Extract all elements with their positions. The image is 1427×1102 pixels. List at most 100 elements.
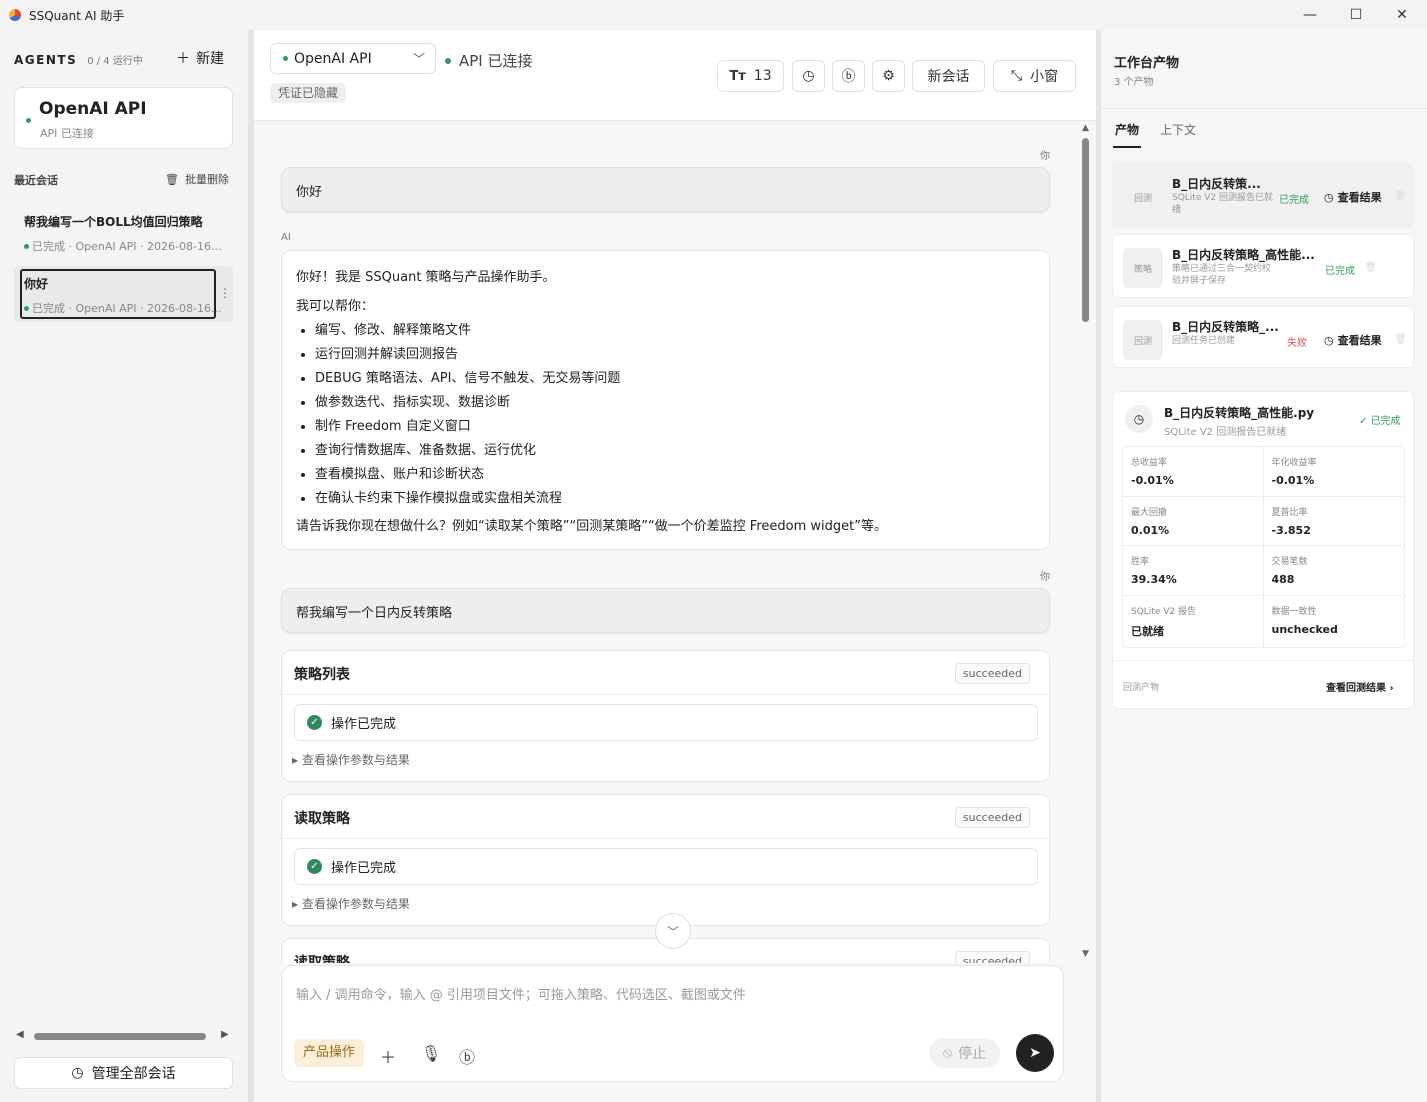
api-status-label: API 已连接	[459, 52, 533, 70]
artifact-name: B_日内反转策略_高性能...	[1172, 248, 1315, 262]
expand-details-label: 查看操作参数与结果	[301, 897, 410, 911]
chevron-down-icon: ﹀	[412, 52, 425, 66]
mini-window-button[interactable]: ⤡ 小窗	[993, 60, 1076, 92]
stop-icon: ⦸	[943, 1045, 953, 1061]
stop-button[interactable]: ⦸ 停止	[929, 1038, 1001, 1068]
brain-icon[interactable]: ⓑ	[459, 1044, 475, 1068]
window-title: SSQuant AI 助手	[29, 8, 125, 23]
list-item: 在确认卡约束下操作模拟盘或实盘相关流程	[315, 487, 1035, 511]
artifact-desc: 策略已通过三合一契约校验并屏子保存	[1172, 264, 1272, 286]
session-item-active[interactable]: 你好 已完成 · OpenAI API · 2026-08-16... ⋮	[14, 266, 233, 322]
font-size-button[interactable]: Tт 13	[717, 60, 784, 92]
artifact-name: B_日内反转策...	[1172, 177, 1261, 191]
horizontal-scrollbar[interactable]: ◀ ▶	[14, 1029, 233, 1043]
expand-details-toggle[interactable]: ▸ 查看操作参数与结果	[292, 895, 410, 912]
tab-context[interactable]: 上下文	[1160, 121, 1196, 138]
divider	[282, 838, 1049, 839]
new-chat-button[interactable]: 新会话	[912, 60, 985, 92]
active-tab-indicator	[1113, 146, 1141, 148]
metric-label: 最大回撤	[1131, 507, 1168, 518]
metrics-grid: 总收益率 -0.01% 年化收益率 -0.01% 最大回撤 0.01% 夏普比率 -3.…	[1122, 446, 1405, 648]
chat-panel: OpenAI API ﹀ API 已连接 凭证已隐藏 Tт 13 ◷ ⓑ ⚙ 新…	[254, 30, 1096, 1102]
model-select[interactable]: OpenAI API ﹀	[270, 43, 436, 74]
vertical-scrollbar[interactable]: ▲ ▼	[1082, 123, 1092, 959]
metric-value: -0.01%	[1131, 474, 1174, 487]
agents-label: AGENTS	[14, 53, 78, 67]
scroll-up-icon[interactable]: ▲	[1082, 123, 1089, 133]
view-backtest-result-link[interactable]: 查看回测结果 ›	[1326, 679, 1394, 694]
divider	[1101, 108, 1427, 109]
tool-name: 策略列表	[294, 667, 350, 683]
trash-icon[interactable]: 🗑	[1394, 334, 1407, 345]
metric-label: 夏普比率	[1271, 507, 1308, 518]
ai-can-help: 我可以帮你：	[296, 299, 375, 314]
scroll-down-icon[interactable]: ▼	[1082, 949, 1089, 959]
microphone-icon[interactable]: 🎙	[421, 1044, 441, 1063]
scrollbar-thumb[interactable]	[1082, 138, 1089, 322]
agents-header: AGENTS 0 / 4 运行中	[14, 52, 143, 67]
minimize-button[interactable]: —	[1287, 0, 1333, 30]
scroll-to-bottom-button[interactable]: ﹀	[655, 913, 691, 949]
history-button[interactable]: ◷	[792, 60, 825, 92]
agent-name: OpenAI API	[39, 99, 147, 119]
scroll-left-icon[interactable]: ◀	[16, 1029, 24, 1040]
view-result-button[interactable]: ◷ 查看结果	[1324, 332, 1382, 348]
running-count: 0 / 4 运行中	[87, 56, 143, 67]
stop-label: 停止	[958, 1046, 987, 1062]
artifact-thumb: 策略	[1123, 248, 1163, 288]
history-icon: ◷	[71, 1065, 84, 1081]
tool-result: ✓ 操作已完成	[294, 848, 1038, 885]
settings-button[interactable]: ⚙	[872, 60, 905, 92]
send-button[interactable]: ➤	[1016, 1034, 1054, 1072]
artifact-item[interactable]: 回测 B_日内反转策... SQLite V2 回测报告已就绪 已完成 ◷ 查看结…	[1112, 163, 1414, 227]
metric-cell: 年化收益率 -0.01%	[1263, 447, 1404, 497]
artifact-status: 已完成	[1279, 195, 1309, 206]
status-dot-icon	[445, 57, 451, 64]
new-agent-button[interactable]: ＋ 新建	[176, 48, 224, 68]
font-size-value: 13	[753, 68, 772, 84]
list-item: DEBUG 策略语法、API、信号不触发、无交易等问题	[315, 367, 1035, 391]
metric-cell: 夏普比率 -3.852	[1263, 497, 1404, 547]
mini-window-label: 小窗	[1030, 69, 1059, 85]
artifacts-count: 3 个产物	[1114, 77, 1154, 88]
artifact-item[interactable]: 回测 B_日内反转策略_... 回测任务已创建 失败 ◷ 查看结果 🗑	[1112, 306, 1414, 368]
mode-chip[interactable]: 产品操作	[294, 1039, 365, 1067]
view-result-label: 查看结果	[1337, 334, 1382, 347]
tab-artifacts[interactable]: 产物	[1115, 121, 1139, 138]
bulk-delete-button[interactable]: 🗑 批量删除	[165, 171, 229, 187]
message-input[interactable]: 输入 / 调用命令，输入 @ 引用项目文件；可拖入策略、代码选区、截图或文件	[296, 984, 746, 1003]
metric-cell: 胜率 39.34%	[1123, 546, 1264, 596]
view-result-label: 查看结果	[1337, 191, 1382, 204]
close-button[interactable]: ✕	[1379, 0, 1425, 30]
metric-value: unchecked	[1271, 623, 1338, 636]
expand-details-toggle[interactable]: ▸ 查看操作参数与结果	[292, 751, 410, 768]
tool-result-label: 操作已完成	[331, 717, 397, 732]
metric-label: 年化收益率	[1271, 458, 1317, 468]
ai-intro: 你好！我是 SSQuant 策略与产品操作助手。	[296, 270, 556, 285]
recent-sessions-label: 最近会话	[14, 174, 58, 187]
chat-scroll-area[interactable]: 你 你好 AI 你好！我是 SSQuant 策略与产品操作助手。 我可以帮你： …	[254, 121, 1096, 963]
view-backtest-result-label: 查看回测结果	[1326, 683, 1386, 694]
artifact-item[interactable]: 策略 B_日内反转策略_高性能... 策略已通过三合一契约校验并屏子保存 已完成…	[1112, 234, 1414, 298]
manage-sessions-button[interactable]: ◷ 管理全部会话	[14, 1057, 233, 1089]
plus-icon[interactable]: ＋	[380, 1044, 396, 1068]
scrollbar-thumb[interactable]	[34, 1033, 206, 1040]
brain-button[interactable]: ⓑ	[832, 60, 865, 92]
maximize-button[interactable]: ☐	[1333, 0, 1379, 30]
send-icon: ➤	[1029, 1045, 1041, 1061]
trash-icon[interactable]: 🗑	[1394, 191, 1407, 202]
status-dot-icon	[283, 56, 288, 61]
gear-icon: ⚙	[882, 68, 895, 84]
session-item[interactable]: 帮我编写一个BOLL均值回归策略 已完成 · OpenAI API · 2026…	[14, 204, 233, 260]
agent-card[interactable]: OpenAI API API 已连接	[14, 87, 233, 149]
title-bar: SSQuant AI 助手 — ☐ ✕	[0, 0, 1427, 30]
metric-cell: 交易笔数 488	[1263, 546, 1404, 596]
scroll-right-icon[interactable]: ▶	[221, 1029, 229, 1040]
more-options-icon[interactable]: ⋮	[219, 286, 231, 300]
artifact-detail-card: ◷ B_日内反转策略_高性能.py SQLite V2 回测报告已就绪 ✓ 已完…	[1112, 391, 1414, 709]
session-title: 帮我编写一个BOLL均值回归策略	[24, 215, 203, 229]
trash-icon[interactable]: 🗑	[1364, 262, 1377, 273]
view-result-button[interactable]: ◷ 查看结果	[1324, 189, 1382, 205]
metric-cell: 总收益率 -0.01%	[1123, 447, 1264, 497]
ai-outro: 请告诉我你现在想做什么？例如“读取某个策略”“回测某策略”“做一个价差监控 Fr…	[296, 519, 887, 534]
